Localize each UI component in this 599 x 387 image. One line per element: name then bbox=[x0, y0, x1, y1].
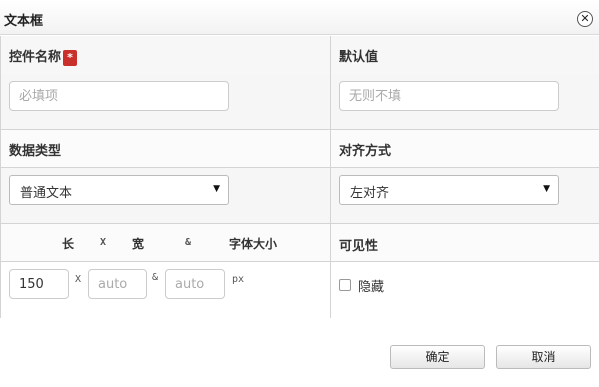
caret-down-icon: ▼ bbox=[213, 184, 220, 194]
row-divider bbox=[0, 223, 599, 224]
amp-symbol: & bbox=[152, 272, 159, 283]
cancel-button[interactable]: 取消 bbox=[496, 345, 591, 369]
align-selected-value: 左对齐 bbox=[350, 186, 390, 201]
font-size-label: 字体大小 bbox=[229, 237, 278, 251]
hidden-checkbox[interactable] bbox=[339, 279, 351, 291]
width-input[interactable] bbox=[88, 269, 147, 299]
data-type-label: 数据类型 bbox=[9, 144, 62, 159]
amp-symbol-header: & bbox=[185, 237, 192, 248]
row-divider bbox=[0, 129, 599, 130]
times-symbol: X bbox=[75, 274, 82, 285]
control-name-label: 控件名称 * bbox=[9, 46, 78, 66]
align-select[interactable]: 左对齐 ▼ bbox=[339, 175, 559, 205]
control-name-label-text: 控件名称 bbox=[9, 50, 62, 65]
visibility-label: 可见性 bbox=[339, 239, 379, 254]
font-size-input[interactable] bbox=[165, 269, 225, 299]
grid-left-border bbox=[0, 36, 1, 318]
column-divider bbox=[330, 36, 331, 318]
times-symbol-header: X bbox=[100, 237, 107, 248]
dialog-title: 文本框 bbox=[4, 14, 44, 29]
control-name-input[interactable] bbox=[9, 81, 229, 111]
default-value-input[interactable] bbox=[339, 81, 559, 111]
default-value-label: 默认值 bbox=[339, 50, 379, 65]
length-label: 长 bbox=[62, 237, 75, 251]
px-unit: px bbox=[232, 274, 245, 285]
caret-down-icon: ▼ bbox=[543, 184, 550, 194]
ok-button[interactable]: 确定 bbox=[390, 345, 485, 369]
row-divider bbox=[0, 261, 599, 262]
row-divider bbox=[0, 167, 599, 168]
close-icon[interactable]: ✕ bbox=[577, 11, 593, 27]
data-type-selected-value: 普通文本 bbox=[20, 186, 73, 201]
dialog-titlebar: 文本框 ✕ bbox=[0, 0, 599, 35]
hidden-label: 隐藏 bbox=[358, 280, 385, 295]
data-type-select[interactable]: 普通文本 ▼ bbox=[9, 175, 229, 205]
required-badge: * bbox=[63, 49, 78, 66]
width-label: 宽 bbox=[132, 237, 145, 251]
size-header-cell bbox=[1, 224, 330, 262]
align-label: 对齐方式 bbox=[339, 144, 392, 159]
length-input[interactable] bbox=[9, 269, 69, 299]
